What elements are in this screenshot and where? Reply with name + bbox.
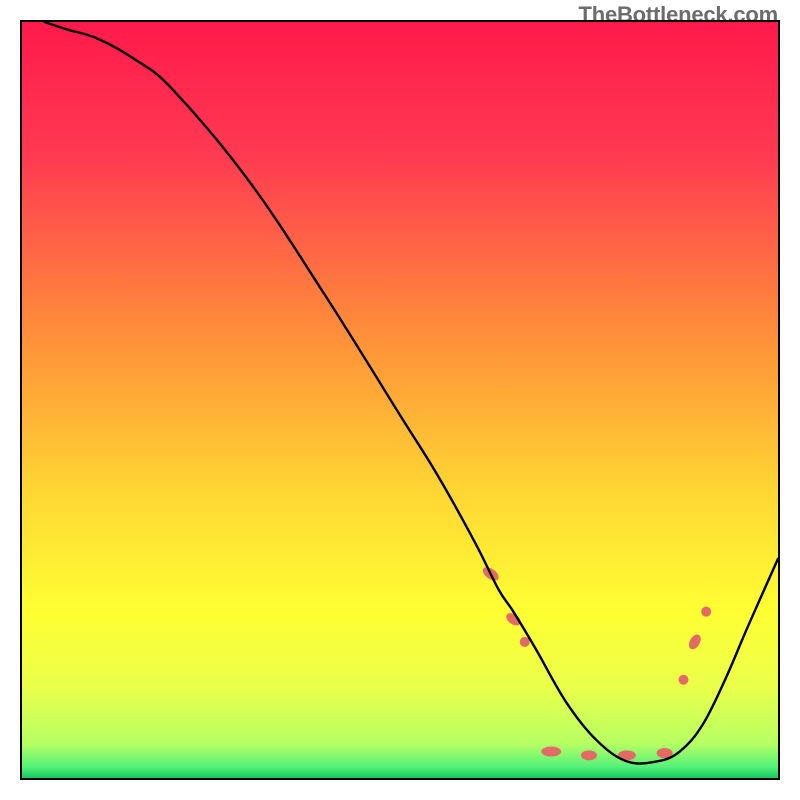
curve-marker [679,675,689,685]
plot-curve-layer [22,22,778,778]
plot-frame [20,20,780,780]
bottleneck-curve [45,22,778,764]
chart-container: TheBottleneck.com [0,0,800,800]
markers-group [480,565,711,761]
curve-marker [541,747,561,757]
curve-marker [687,632,704,651]
curve-marker [701,607,711,617]
curve-marker [581,750,597,760]
